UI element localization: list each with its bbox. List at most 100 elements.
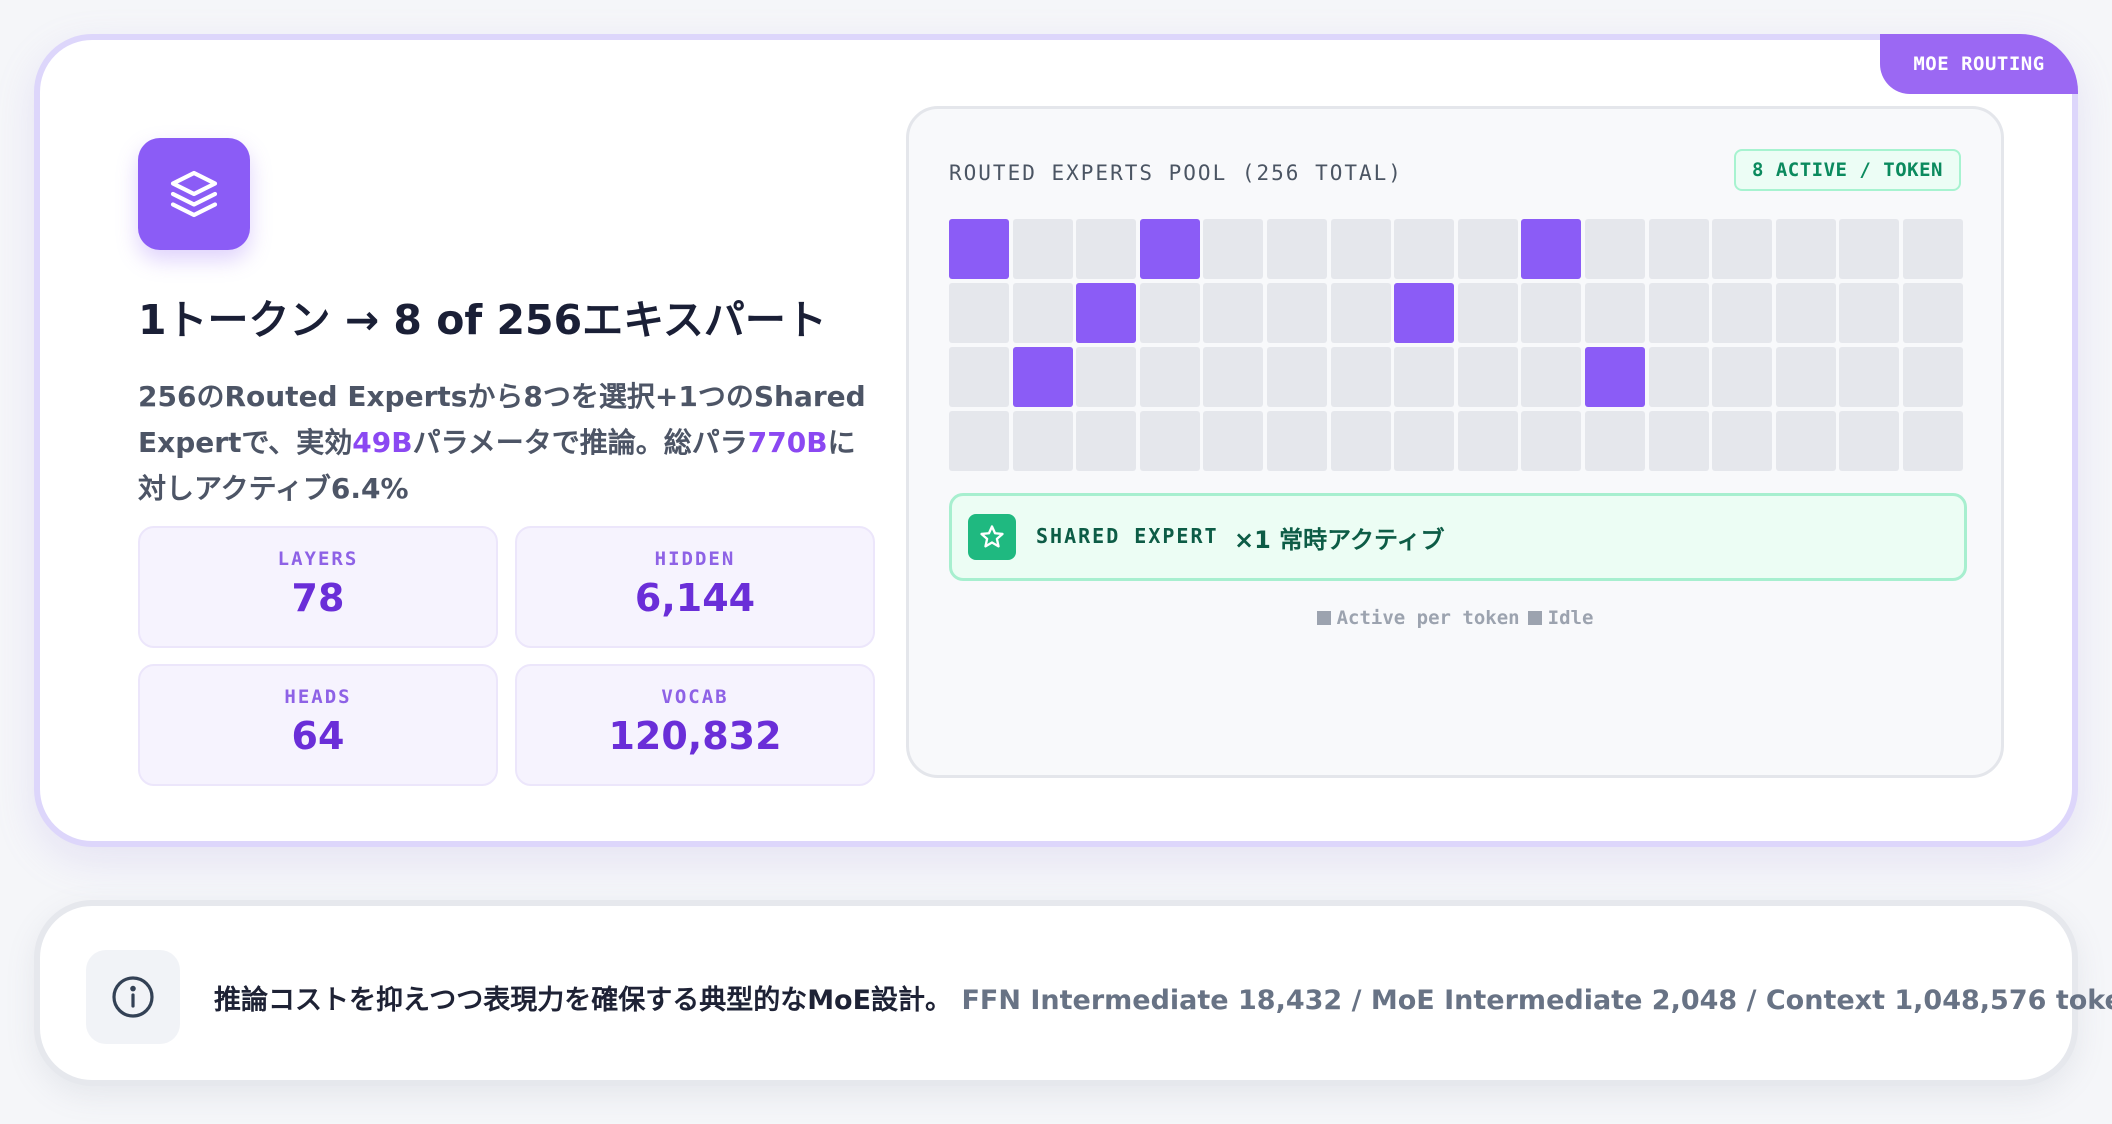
- expert-cell: [1076, 347, 1136, 407]
- expert-cell: [1203, 219, 1263, 279]
- expert-cell: [1649, 283, 1709, 343]
- expert-cell: [1458, 283, 1518, 343]
- shared-expert-bar: SHARED EXPERT ×1 常時アクティブ: [949, 493, 1967, 581]
- expert-cell-active: [1076, 283, 1136, 343]
- expert-cell: [1331, 283, 1391, 343]
- grid-legend: Active per token Idle: [909, 607, 2001, 629]
- star-icon: [968, 514, 1016, 560]
- total-params-highlight: 770B: [747, 426, 828, 459]
- expert-cell: [1331, 347, 1391, 407]
- stat-label: HEADS: [284, 686, 352, 708]
- description: 256のRouted Expertsから8つを選択+1つのShared Expe…: [138, 374, 878, 512]
- moe-routing-badge: MOE ROUTING: [1880, 34, 2078, 94]
- stat-label: VOCAB: [661, 686, 729, 708]
- expert-cell: [1712, 283, 1772, 343]
- active-per-token-badge: 8 ACTIVE / TOKEN: [1733, 149, 1961, 191]
- expert-cell: [1140, 347, 1200, 407]
- stat-label: HIDDEN: [654, 548, 736, 570]
- expert-cell: [1203, 411, 1263, 471]
- moe-routing-card: MOE ROUTING 1トークン → 8 of 256エキスパート 256のR…: [34, 34, 2078, 847]
- expert-cell: [1903, 283, 1963, 343]
- expert-cell: [1140, 283, 1200, 343]
- stat-vocab: VOCAB 120,832: [515, 664, 875, 786]
- expert-cell: [1839, 219, 1899, 279]
- info-icon: [86, 950, 180, 1044]
- expert-cell: [1331, 219, 1391, 279]
- pool-title: ROUTED EXPERTS POOL (256 TOTAL): [949, 161, 1403, 185]
- expert-grid: [949, 219, 1967, 471]
- expert-cell: [1076, 411, 1136, 471]
- expert-cell-active: [1140, 219, 1200, 279]
- expert-cell: [1013, 283, 1073, 343]
- summary-detail: FFN Intermediate 18,432 / MoE Intermedia…: [961, 985, 2112, 1016]
- expert-cell: [1267, 283, 1327, 343]
- expert-cell: [949, 347, 1009, 407]
- expert-cell: [1776, 283, 1836, 343]
- expert-cell: [1776, 219, 1836, 279]
- legend-active-label: Active per token: [1336, 607, 1520, 629]
- expert-cell: [1458, 411, 1518, 471]
- stat-value: 6,144: [634, 576, 756, 620]
- stat-heads: HEADS 64: [138, 664, 498, 786]
- expert-cell: [1521, 411, 1581, 471]
- expert-cell: [1585, 283, 1645, 343]
- expert-cell: [1458, 347, 1518, 407]
- expert-cell: [1585, 219, 1645, 279]
- expert-cell: [1076, 219, 1136, 279]
- expert-cell: [1267, 347, 1327, 407]
- headline: 1トークン → 8 of 256エキスパート: [138, 296, 827, 344]
- stat-label: LAYERS: [277, 548, 359, 570]
- expert-cell: [1394, 411, 1454, 471]
- summary-card: 推論コストを抑えつつ表現力を確保する典型的なMoE設計。 FFN Interme…: [34, 900, 2112, 1086]
- expert-cell: [1649, 219, 1709, 279]
- legend-swatch: [1316, 611, 1331, 625]
- expert-cell: [1712, 219, 1772, 279]
- expert-cell: [1013, 219, 1073, 279]
- stat-hidden: HIDDEN 6,144: [515, 526, 875, 648]
- legend-swatch: [1527, 611, 1542, 625]
- stat-value: 64: [291, 714, 345, 758]
- stat-value: 120,832: [608, 714, 782, 758]
- expert-cell: [1267, 219, 1327, 279]
- expert-cell: [1394, 347, 1454, 407]
- stat-layers: LAYERS 78: [138, 526, 498, 648]
- expert-cell: [1649, 411, 1709, 471]
- expert-cell-active: [1013, 347, 1073, 407]
- expert-cell: [1267, 411, 1327, 471]
- description-text: パラメータで推論。総パラ: [412, 426, 748, 459]
- expert-cell: [1331, 411, 1391, 471]
- shared-expert-label: SHARED EXPERT: [1036, 524, 1219, 548]
- expert-cell: [949, 283, 1009, 343]
- summary-main: 推論コストを抑えつつ表現力を確保する典型的なMoE設計。: [214, 985, 953, 1016]
- stat-value: 78: [291, 576, 345, 620]
- expert-cell: [1839, 283, 1899, 343]
- expert-cell: [1521, 283, 1581, 343]
- expert-cell: [1839, 347, 1899, 407]
- expert-cell: [1903, 411, 1963, 471]
- expert-cell: [1649, 347, 1709, 407]
- expert-cell: [1839, 411, 1899, 471]
- expert-cell: [1903, 347, 1963, 407]
- expert-cell: [1585, 411, 1645, 471]
- expert-cell: [1521, 347, 1581, 407]
- active-params-highlight: 49B: [352, 426, 413, 459]
- expert-cell: [1203, 347, 1263, 407]
- expert-cell: [1712, 347, 1772, 407]
- expert-cell: [1776, 347, 1836, 407]
- legend-idle: Idle: [1527, 607, 1594, 629]
- expert-cell-active: [1394, 283, 1454, 343]
- summary-text: 推論コストを抑えつつ表現力を確保する典型的なMoE設計。 FFN Interme…: [214, 978, 2112, 1017]
- expert-cell: [1458, 219, 1518, 279]
- shared-expert-note: ×1 常時アクティブ: [1234, 526, 1445, 554]
- expert-cell-active: [949, 219, 1009, 279]
- legend-idle-label: Idle: [1547, 607, 1594, 629]
- experts-pool-panel: ROUTED EXPERTS POOL (256 TOTAL) 8 ACTIVE…: [906, 106, 2004, 778]
- expert-cell: [949, 411, 1009, 471]
- expert-cell: [1140, 411, 1200, 471]
- legend-active: Active per token: [1316, 607, 1520, 629]
- expert-cell: [1013, 411, 1073, 471]
- expert-cell: [1203, 283, 1263, 343]
- expert-cell: [1903, 219, 1963, 279]
- expert-cell: [1394, 219, 1454, 279]
- expert-cell-active: [1521, 219, 1581, 279]
